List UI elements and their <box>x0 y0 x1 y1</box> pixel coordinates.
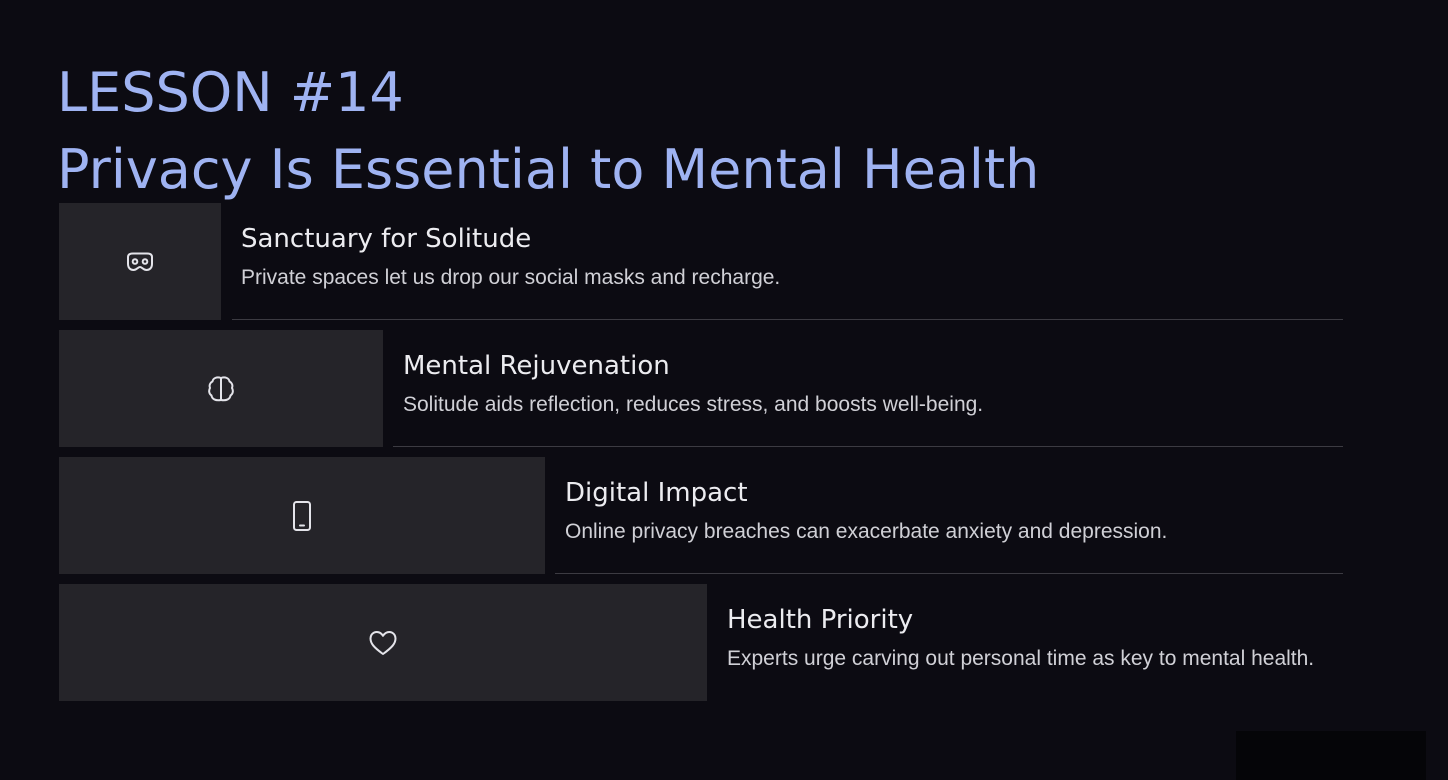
item-title: Sanctuary for Solitude <box>241 224 532 254</box>
icon-card <box>59 584 707 701</box>
icon-card <box>59 203 221 320</box>
item-description: Solitude aids reflection, reduces stress… <box>403 393 984 416</box>
smartphone-icon <box>293 500 311 531</box>
divider <box>232 319 1343 320</box>
slide: LESSON #14 Privacy Is Essential to Menta… <box>0 0 1448 780</box>
item-title: Digital Impact <box>565 478 748 508</box>
heart-icon <box>369 630 397 655</box>
item-title: Health Priority <box>727 605 914 635</box>
item-description: Online privacy breaches can exacerbate a… <box>565 520 1168 543</box>
divider <box>555 573 1343 574</box>
brain-icon <box>208 375 234 401</box>
item-description: Experts urge carving out personal time a… <box>727 647 1315 670</box>
list-item-rejuvenation: Mental Rejuvenation Solitude aids reflec… <box>0 330 1448 448</box>
corner-overlay <box>1236 731 1426 780</box>
list-item-digital-impact: Digital Impact Online privacy breaches c… <box>0 457 1448 575</box>
divider <box>393 446 1343 447</box>
item-title: Mental Rejuvenation <box>403 351 670 381</box>
page-title: Privacy Is Essential to Mental Health <box>57 138 1040 201</box>
icon-card <box>59 457 545 574</box>
mask-icon <box>127 252 153 271</box>
list-item-sanctuary: Sanctuary for Solitude Private spaces le… <box>0 203 1448 321</box>
list-item-health-priority: Health Priority Experts urge carving out… <box>0 584 1448 702</box>
icon-card <box>59 330 383 447</box>
lesson-number: LESSON #14 <box>57 61 404 124</box>
item-description: Private spaces let us drop our social ma… <box>241 266 781 289</box>
